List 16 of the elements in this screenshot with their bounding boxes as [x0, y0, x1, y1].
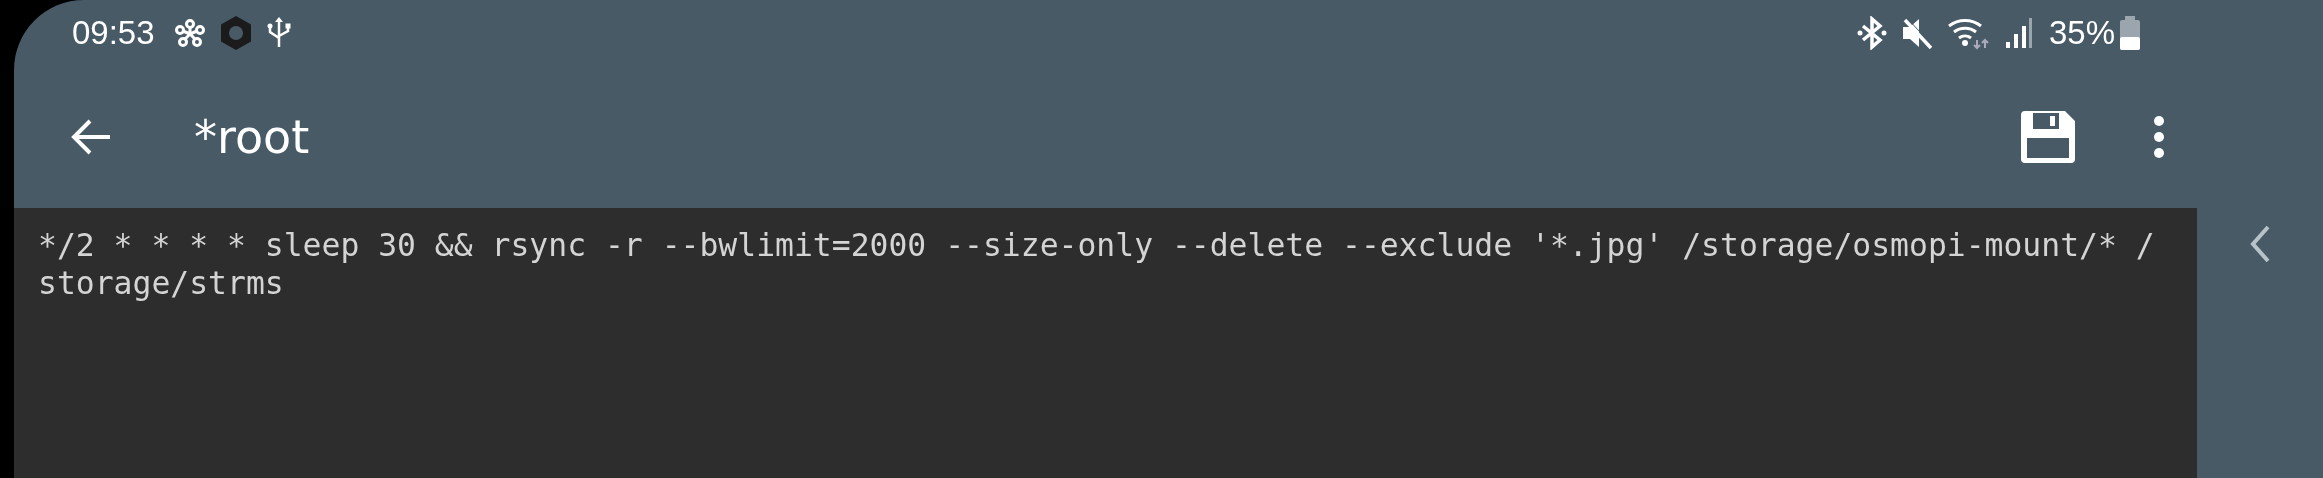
- usb-icon: [266, 17, 291, 49]
- screen-title: *root: [194, 110, 310, 164]
- battery-percent: 35%: [2048, 14, 2115, 52]
- editor-area[interactable]: */2 * * * * sleep 30 && rsync -r --bwlimit=2000 --size-only --delete --exclude '*.jpg' /storage/osmopi-mount/* /storage/strms: [14, 208, 2197, 478]
- save-icon: [2019, 109, 2077, 165]
- muted-speaker-icon: [1900, 16, 1933, 50]
- hexagon-icon: [218, 15, 253, 51]
- battery-icon: [2119, 16, 2141, 50]
- network-nodes-icon: [174, 19, 205, 47]
- more-vertical-icon: [2151, 115, 2167, 159]
- status-time: 09:53: [72, 14, 155, 52]
- editor-text: */2 * * * * sleep 30 && rsync -r --bwlimit=2000 --size-only --delete --exclude '*.jpg' /storage/osmopi-mount/* /storage/strms: [38, 226, 2155, 302]
- signal-icon: [2004, 16, 2033, 50]
- bluetooth-icon: [1856, 16, 1887, 50]
- chevron-left-icon[interactable]: [2248, 224, 2272, 264]
- wifi-icon: [1946, 16, 1991, 50]
